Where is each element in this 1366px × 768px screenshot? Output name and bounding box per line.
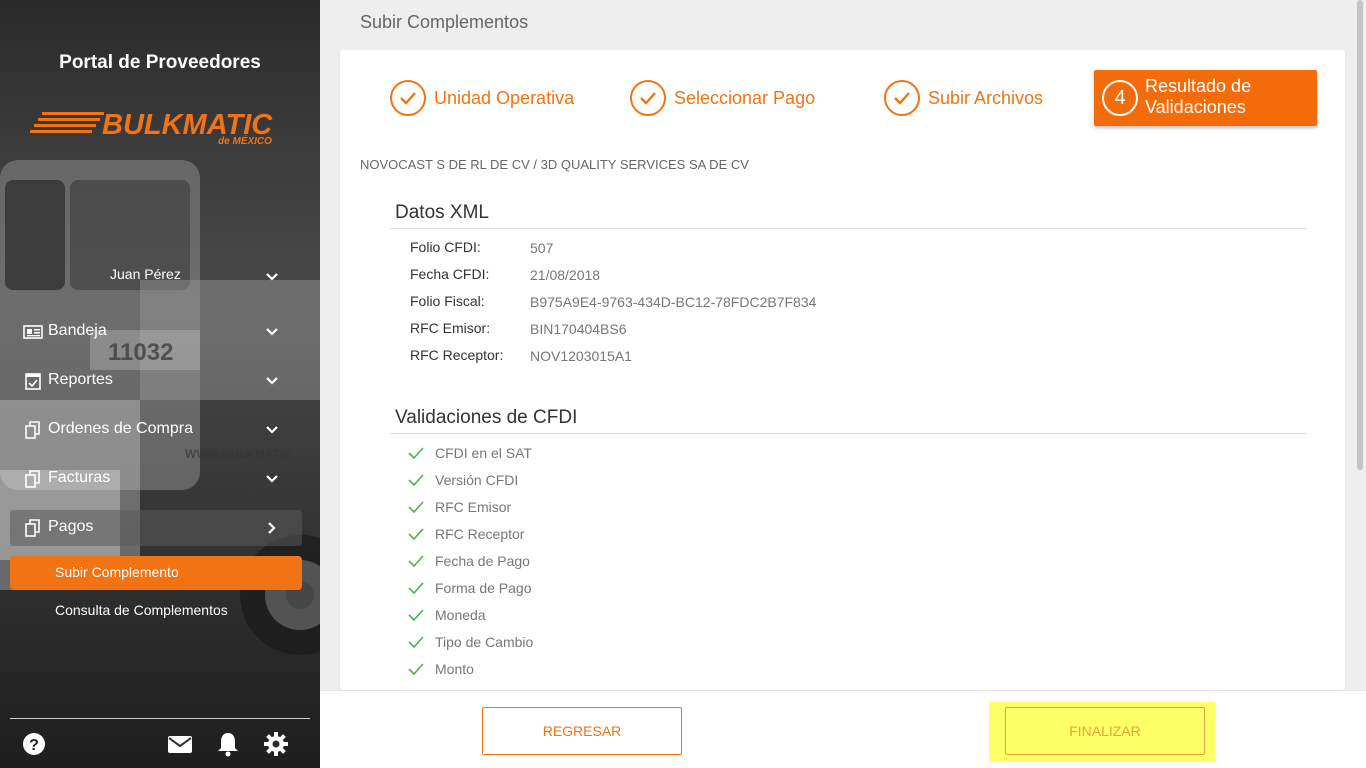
finish-button[interactable]: FINALIZAR (1005, 707, 1205, 755)
check-circle-icon (630, 80, 666, 116)
portal-title: Portal de Proveedores (59, 52, 261, 73)
check-icon (408, 500, 424, 514)
sidebar-item-label: Bandeja (48, 322, 107, 339)
sidebar-item-facturas[interactable]: Facturas (10, 461, 302, 497)
field-value: B975A9E4-9763-434D-BC12-78FDC2B7F834 (530, 294, 817, 310)
validation-item: CFDI en el SAT (435, 445, 532, 461)
check-icon (408, 608, 424, 622)
sidebar-item-label: Facturas (48, 469, 111, 486)
chevron-down-icon (265, 472, 279, 486)
field-label: Fecha CFDI: (410, 266, 490, 282)
sidebar-divider (10, 718, 310, 719)
field-label: RFC Receptor: (410, 347, 504, 363)
user-name: Juan Pérez (110, 266, 181, 282)
bulkmatic-logo: BULKMATIC de MÉXICO (30, 109, 273, 147)
check-icon (408, 662, 424, 676)
sidebar-item-reportes[interactable]: Reportes (10, 363, 302, 399)
validation-item: Tipo de Cambio (435, 634, 534, 650)
step-label: Unidad Operativa (434, 88, 575, 108)
validation-item: Forma de Pago (435, 580, 532, 596)
newspaper-icon (23, 323, 43, 341)
field-value: BIN170404BS6 (530, 321, 627, 337)
step-label: Resultado de Validaciones (1145, 76, 1252, 117)
sidebar-item-label: Pagos (48, 518, 94, 535)
field-value: 507 (530, 240, 554, 256)
sidebar-item-label: Ordenes de Compra (48, 420, 193, 437)
sidebar-item-bandeja[interactable]: Bandeja (10, 314, 302, 350)
chevron-down-icon (265, 325, 279, 339)
svg-text:de MÉXICO: de MÉXICO (218, 134, 272, 147)
section-divider (390, 433, 1307, 434)
validation-item: Versión CFDI (435, 472, 519, 488)
section-title-validaciones: Validaciones de CFDI (395, 407, 578, 428)
field-value: 21/08/2018 (530, 267, 601, 283)
field-label: Folio Fiscal: (410, 293, 485, 309)
validation-item: Monto (435, 661, 474, 677)
check-icon (408, 635, 424, 649)
section-title-datos-xml: Datos XML (395, 202, 489, 223)
chevron-right-icon (265, 521, 279, 535)
check-icon (408, 554, 424, 568)
check-icon (408, 446, 424, 460)
main-card: Unidad Operativa Seleccionar Pago Subir … (340, 50, 1345, 690)
copy-icon (23, 421, 43, 439)
check-icon (408, 581, 424, 595)
step-label: Seleccionar Pago (674, 88, 816, 108)
sidebar-item-pagos[interactable]: Pagos (10, 510, 302, 546)
step-resultado-de-validaciones[interactable]: 4 Resultado de Validaciones (1094, 70, 1317, 126)
field-value: NOV1203015A1 (530, 348, 632, 364)
sidebar-subitem-subir-complemento[interactable]: Subir Complemento (10, 556, 302, 590)
check-icon (408, 473, 424, 487)
sidebar-subitem-consulta-de-complementos[interactable]: Consulta de Complementos (10, 594, 302, 628)
user-menu[interactable]: Juan Pérez (0, 262, 320, 288)
copy-icon (23, 519, 43, 537)
svg-text:WWW.BULKMATIC: WWW.BULKMATIC (185, 447, 292, 461)
calendar-check-icon (23, 372, 43, 390)
validation-item: Moneda (435, 607, 486, 623)
validation-item: Fecha de Pago (435, 553, 530, 569)
finish-button-highlight: FINALIZAR (989, 702, 1215, 762)
sidebar-subitem-label: Consulta de Complementos (55, 602, 228, 618)
mail-icon[interactable] (167, 731, 193, 757)
sidebar-item-ordenes-de-compra[interactable]: Ordenes de Compra (10, 412, 302, 448)
section-divider (390, 228, 1307, 229)
chevron-down-icon (265, 270, 279, 284)
company-name: NOVOCAST S DE RL DE CV / 3D QUALITY SERV… (360, 157, 749, 172)
sidebar: 11032 WWW.BULKMATIC Portal de Proveedore… (0, 0, 320, 768)
check-circle-icon (390, 80, 426, 116)
copy-icon (23, 470, 43, 488)
page-scrollbar[interactable] (1357, 0, 1363, 470)
page-title: Subir Complementos (360, 12, 529, 32)
help-icon[interactable]: ? (21, 731, 47, 757)
back-button[interactable]: REGRESAR (482, 707, 682, 755)
chevron-down-icon (265, 423, 279, 437)
field-label: RFC Emisor: (410, 320, 491, 336)
validation-item: RFC Emisor (435, 499, 512, 515)
validation-item: RFC Receptor (435, 526, 525, 542)
bell-icon[interactable] (215, 731, 241, 757)
check-circle-icon (884, 80, 920, 116)
step-number: 4 (1102, 80, 1138, 116)
check-icon (408, 527, 424, 541)
chevron-down-icon (265, 374, 279, 388)
sidebar-subitem-label: Subir Complemento (55, 564, 179, 580)
field-label: Folio CFDI: (410, 239, 481, 255)
action-footer: REGRESAR FINALIZAR (320, 690, 1366, 768)
step-label: Subir Archivos (928, 88, 1044, 108)
gear-icon[interactable] (263, 731, 289, 757)
svg-text:?: ? (29, 737, 39, 754)
sidebar-item-label: Reportes (48, 371, 113, 388)
